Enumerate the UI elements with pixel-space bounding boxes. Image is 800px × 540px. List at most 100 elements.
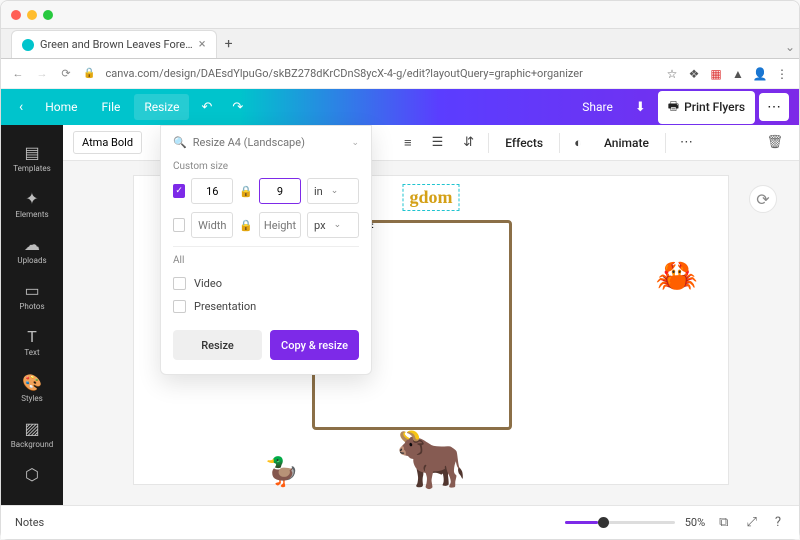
- refresh-canvas-icon[interactable]: ⟳: [749, 185, 777, 213]
- bird-graphic[interactable]: 🦆: [265, 455, 300, 488]
- clear-icon[interactable]: ⌄: [351, 138, 359, 148]
- search-icon: 🔍: [173, 136, 187, 149]
- zoom-level[interactable]: 50%: [685, 516, 705, 529]
- star-icon[interactable]: ☆: [665, 67, 679, 81]
- resize-button[interactable]: Resize: [173, 330, 262, 360]
- footer-bar: Notes 50% ⧉ ⤢ ?: [1, 505, 799, 539]
- notes-button[interactable]: Notes: [15, 516, 44, 529]
- font-select[interactable]: Atma Bold: [73, 131, 142, 154]
- checkbox[interactable]: [173, 277, 186, 290]
- effects-button[interactable]: Effects: [497, 132, 551, 154]
- unit-select-2[interactable]: px⌄: [307, 212, 359, 238]
- menu-file[interactable]: File: [92, 94, 131, 120]
- copy-resize-button[interactable]: Copy & resize: [270, 330, 359, 360]
- zoom-slider[interactable]: [565, 521, 675, 524]
- extension-icon[interactable]: ▦: [709, 67, 723, 81]
- undo-icon[interactable]: ↶: [193, 96, 220, 119]
- more-options-icon[interactable]: ⋯: [674, 131, 699, 154]
- yak-graphic[interactable]: 🐂: [395, 426, 467, 494]
- browser-tab-bar: Green and Brown Leaves Fore… × + ⌄: [1, 29, 799, 59]
- unit-select[interactable]: in⌄: [307, 178, 359, 204]
- checkbox[interactable]: [173, 300, 186, 313]
- tab-overflow-icon[interactable]: ⌄: [781, 36, 799, 58]
- trash-icon[interactable]: 🗑: [760, 131, 789, 154]
- sidebar-item-more[interactable]: ⬡: [1, 457, 63, 491]
- kebab-menu-icon[interactable]: ⋮: [775, 67, 789, 81]
- download-icon[interactable]: ⬇: [627, 94, 654, 121]
- lock-ratio-icon[interactable]: 🔒: [239, 219, 253, 232]
- sidebar-item-text[interactable]: TText: [1, 319, 63, 365]
- main-area: ▤Templates ✦Elements ☁Uploads ▭Photos TT…: [1, 125, 799, 505]
- back-arrow-icon[interactable]: ‹: [11, 95, 31, 119]
- window-controls[interactable]: [11, 10, 53, 20]
- crab-graphic[interactable]: 🦀: [656, 256, 698, 296]
- print-icon: 🖶: [668, 97, 679, 118]
- canvas-area: Atma Bold ≡ ☰ ⇵ Effects ◐ Animate ⋯ 🗑 🔍 …: [63, 125, 799, 505]
- more-menu-button[interactable]: ⋯: [759, 93, 789, 121]
- photos-icon: ▭: [24, 281, 39, 299]
- width-input[interactable]: [191, 178, 233, 204]
- sidebar-item-background[interactable]: ▨Background: [1, 411, 63, 457]
- share-button[interactable]: Share: [572, 94, 623, 120]
- menu-resize[interactable]: Resize: [134, 94, 189, 120]
- list-icon[interactable]: ☰: [426, 131, 450, 154]
- redo-icon[interactable]: ↷: [224, 96, 251, 119]
- extension-icon[interactable]: ❖: [687, 67, 701, 81]
- fullscreen-icon[interactable]: ⤢: [742, 513, 760, 532]
- custom-size-label: Custom size: [173, 161, 359, 172]
- sidebar-item-uploads[interactable]: ☁Uploads: [1, 227, 63, 273]
- custom-size-checkbox[interactable]: ✓: [173, 184, 185, 198]
- menu-home[interactable]: Home: [35, 94, 87, 120]
- sidebar-item-styles[interactable]: 🎨Styles: [1, 365, 63, 411]
- resize-search-input[interactable]: [193, 136, 346, 149]
- new-tab-button[interactable]: +: [217, 30, 241, 58]
- print-label: Print Flyers: [684, 100, 745, 114]
- extensions: ☆ ❖ ▦ ▲ 👤 ⋮: [665, 67, 789, 81]
- help-icon[interactable]: ?: [771, 513, 785, 532]
- animate-icon: ◐: [568, 131, 588, 155]
- page-count-icon[interactable]: ⧉: [715, 513, 732, 532]
- window-titlebar: [1, 1, 799, 29]
- width-input-2[interactable]: [191, 212, 233, 238]
- avatar-icon[interactable]: 👤: [753, 67, 767, 81]
- custom-size-checkbox-2[interactable]: [173, 218, 185, 232]
- text-icon: T: [27, 327, 37, 345]
- resize-option-video[interactable]: Video: [173, 272, 359, 295]
- favicon-icon: [22, 39, 34, 51]
- spacing-icon[interactable]: ⇵: [457, 131, 480, 154]
- forward-icon[interactable]: →: [35, 67, 49, 80]
- print-flyers-button[interactable]: 🖶 Print Flyers: [658, 91, 755, 124]
- url-text[interactable]: canva.com/design/DAEsdYlpuGo/skBZ278dKrC…: [105, 67, 655, 80]
- close-tab-icon[interactable]: ×: [199, 37, 206, 52]
- design-title-text[interactable]: gdom: [402, 184, 459, 211]
- templates-icon: ▤: [24, 143, 39, 161]
- resize-search[interactable]: 🔍 ⌄: [173, 136, 359, 149]
- sidebar-item-photos[interactable]: ▭Photos: [1, 273, 63, 319]
- left-sidebar: ▤Templates ✦Elements ☁Uploads ▭Photos TT…: [1, 125, 63, 505]
- resize-panel: 🔍 ⌄ Custom size ✓ 🔒 in⌄ 🔒 px⌄ All: [160, 125, 372, 375]
- animate-button[interactable]: Animate: [596, 132, 657, 154]
- sidebar-item-templates[interactable]: ▤Templates: [1, 135, 63, 181]
- styles-icon: 🎨: [22, 373, 42, 391]
- reload-icon[interactable]: ⟳: [59, 67, 73, 80]
- more-icon: ⬡: [25, 465, 39, 483]
- back-icon[interactable]: ←: [11, 67, 25, 80]
- all-label: All: [173, 255, 359, 266]
- lock-icon: 🔒: [83, 68, 95, 79]
- elements-icon: ✦: [25, 189, 38, 207]
- align-icon[interactable]: ≡: [398, 131, 418, 155]
- tab-title: Green and Brown Leaves Fore…: [40, 38, 193, 51]
- extension-icon[interactable]: ▲: [731, 67, 745, 81]
- lock-ratio-icon[interactable]: 🔒: [239, 185, 253, 198]
- app-menu-bar: ‹ Home File Resize ↶ ↷ Share ⬇ 🖶 Print F…: [1, 89, 799, 125]
- sidebar-item-elements[interactable]: ✦Elements: [1, 181, 63, 227]
- height-input-2[interactable]: [259, 212, 301, 238]
- height-input[interactable]: [259, 178, 301, 204]
- maximize-window-icon[interactable]: [43, 10, 53, 20]
- minimize-window-icon[interactable]: [27, 10, 37, 20]
- close-window-icon[interactable]: [11, 10, 21, 20]
- address-bar: ← → ⟳ 🔒 canva.com/design/DAEsdYlpuGo/skB…: [1, 59, 799, 89]
- background-icon: ▨: [24, 419, 39, 437]
- resize-option-presentation[interactable]: Presentation: [173, 295, 359, 318]
- browser-tab[interactable]: Green and Brown Leaves Fore… ×: [11, 30, 217, 58]
